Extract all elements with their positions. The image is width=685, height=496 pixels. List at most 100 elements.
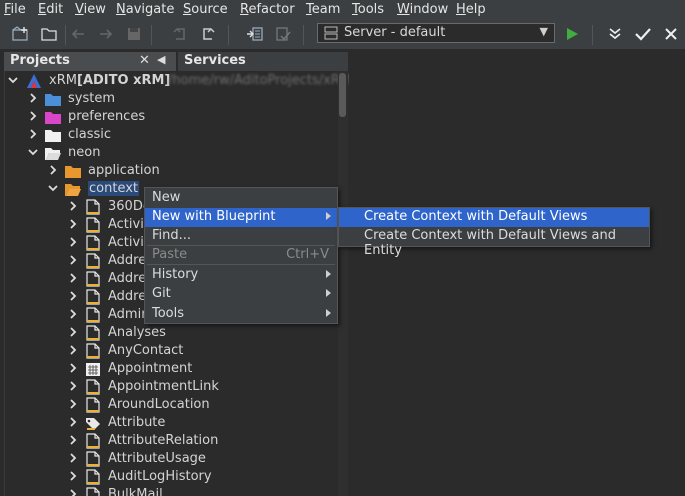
chevron-right-icon[interactable]	[67, 434, 79, 446]
tree-item-analyses[interactable]: Analyses	[5, 324, 339, 342]
tree-item-anycontact[interactable]: AnyContact	[5, 342, 339, 360]
chevron-right-icon[interactable]	[27, 110, 39, 122]
file-icon	[84, 199, 102, 215]
scrollbar-thumb[interactable]	[339, 73, 346, 117]
close-icon[interactable]	[661, 24, 681, 44]
close-icon[interactable]: ✕	[139, 53, 150, 68]
tree-item-bulkmail[interactable]: BulkMail	[5, 486, 339, 496]
chevron-right-icon[interactable]	[27, 128, 39, 140]
menu-window[interactable]: Window	[397, 2, 448, 17]
checklist-icon[interactable]	[273, 24, 293, 44]
chevron-right-icon[interactable]	[67, 488, 79, 496]
double-chevron-down-icon[interactable]	[605, 24, 625, 44]
chevron-right-icon[interactable]	[27, 92, 39, 104]
chevron-right-icon[interactable]	[67, 398, 79, 410]
minimize-icon[interactable]: ◀	[157, 53, 168, 66]
chevron-right-icon[interactable]	[67, 344, 79, 356]
forward-icon[interactable]	[96, 24, 116, 44]
menu-navigate[interactable]: Navigate	[116, 2, 174, 17]
tree-item-label: Analyses	[108, 325, 166, 340]
menu-refactor[interactable]: Refactor	[240, 2, 295, 17]
submenu-item-create-context-default-views-entity[interactable]: Create Context with Default Views and En…	[339, 227, 649, 258]
new-project-icon[interactable]	[10, 24, 30, 44]
menu-view[interactable]: View	[75, 2, 106, 17]
tab-projects[interactable]: Projects ✕ ◀	[4, 52, 176, 71]
server-select[interactable]: Server - default ▼	[317, 23, 555, 43]
tree-item-label: application	[88, 163, 160, 178]
back-icon[interactable]	[68, 24, 88, 44]
folder-pink-icon	[44, 109, 62, 125]
tab-services[interactable]: Services	[178, 52, 348, 71]
tree-item-label: Appointment	[108, 361, 193, 376]
tree-item-application[interactable]: application	[5, 162, 339, 180]
run-icon[interactable]	[562, 24, 582, 44]
chevron-right-icon[interactable]	[67, 236, 79, 248]
tree-item-preferences[interactable]: preferences	[5, 108, 339, 126]
file-icon	[84, 307, 102, 323]
chevron-right-icon[interactable]	[67, 200, 79, 212]
tree-item-label: neon	[68, 145, 101, 160]
chevron-right-icon[interactable]	[67, 362, 79, 374]
open-project-icon[interactable]	[39, 24, 59, 44]
toolbar-separator	[228, 25, 229, 45]
file-icon	[84, 469, 102, 485]
tree-root-project: [ADITO xRM]	[77, 73, 171, 88]
submenu-item-create-context-default-views[interactable]: Create Context with Default Views	[339, 208, 649, 227]
tree-item-auditloghistory[interactable]: AuditLogHistory	[5, 468, 339, 486]
check-icon[interactable]	[633, 24, 653, 44]
chevron-down-icon[interactable]	[47, 182, 59, 194]
submenu-item-label: Create Context with Default Views and En…	[364, 228, 616, 258]
chevron-right-icon[interactable]	[67, 272, 79, 284]
submenu-item-label: Create Context with Default Views	[364, 209, 588, 224]
context-menu-item-git[interactable]: Git	[145, 285, 337, 304]
chevron-right-icon[interactable]	[67, 326, 79, 338]
tree-item-attributeusage[interactable]: AttributeUsage	[5, 450, 339, 468]
context-menu-item-tools[interactable]: Tools	[145, 305, 337, 324]
context-menu-item-find[interactable]: Find...	[145, 227, 337, 246]
tree-item-appointment[interactable]: Appointment	[5, 360, 339, 378]
save-icon[interactable]	[124, 24, 144, 44]
file-icon	[84, 487, 102, 496]
chevron-down-icon[interactable]	[7, 74, 19, 86]
menu-separator	[147, 245, 335, 246]
chevron-right-icon[interactable]	[67, 380, 79, 392]
menu-help[interactable]: Help	[456, 2, 486, 17]
folder-white-icon	[44, 127, 62, 143]
tree-root-label: xRM	[49, 73, 77, 88]
chevron-right-icon[interactable]	[67, 254, 79, 266]
redo-icon[interactable]	[198, 24, 218, 44]
tree-item-neon[interactable]: neon	[5, 144, 339, 162]
tree-item-appointmentlink[interactable]: AppointmentLink	[5, 378, 339, 396]
tree-item-aroundlocation[interactable]: AroundLocation	[5, 396, 339, 414]
server-icon	[324, 26, 338, 44]
tree-item-attribute[interactable]: Attribute	[5, 414, 339, 432]
context-menu-item-new[interactable]: New	[145, 189, 337, 208]
tree-item-system[interactable]: system	[5, 90, 339, 108]
tree-item-label: preferences	[68, 109, 146, 124]
chevron-right-icon[interactable]	[67, 290, 79, 302]
undo-icon[interactable]	[170, 24, 190, 44]
tag-icon	[84, 415, 102, 431]
folder-orange-icon	[64, 163, 82, 179]
menu-source[interactable]: Source	[183, 2, 228, 17]
chevron-right-icon[interactable]	[67, 452, 79, 464]
chevron-right-icon[interactable]	[67, 218, 79, 230]
context-menu-item-new-with-blueprint[interactable]: New with Blueprint	[145, 208, 337, 227]
chevron-down-icon[interactable]	[27, 146, 39, 158]
chevron-right-icon[interactable]	[47, 164, 59, 176]
tree-item-attributerelation[interactable]: AttributeRelation	[5, 432, 339, 450]
chevron-right-icon[interactable]	[67, 308, 79, 320]
context-menu-item-label: Paste	[152, 247, 188, 262]
tree-item-classic[interactable]: classic	[5, 126, 339, 144]
deploy-icon[interactable]	[245, 24, 265, 44]
menu-team[interactable]: Team	[306, 2, 340, 17]
submenu-arrow-icon	[326, 309, 331, 317]
context-menu-item-paste[interactable]: Paste Ctrl+V	[145, 246, 337, 265]
tree-scrollbar[interactable]	[338, 71, 348, 496]
menu-file[interactable]: File	[4, 2, 26, 17]
menu-tools[interactable]: Tools	[352, 2, 384, 17]
menu-edit[interactable]: Edit	[38, 2, 63, 17]
chevron-right-icon[interactable]	[67, 416, 79, 428]
chevron-right-icon[interactable]	[67, 470, 79, 482]
context-menu-item-history[interactable]: History	[145, 266, 337, 285]
